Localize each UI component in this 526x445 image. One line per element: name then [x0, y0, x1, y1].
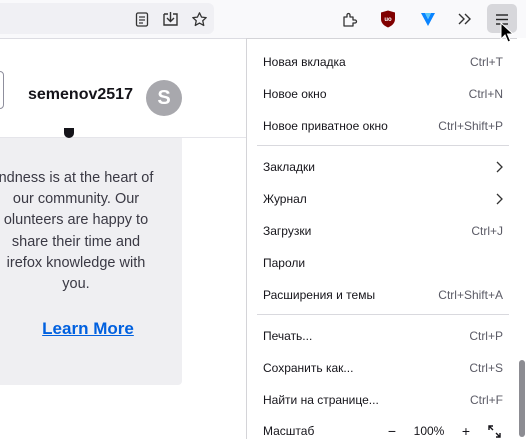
menu-item-label: Загрузки [263, 224, 312, 238]
search-field[interactable] [0, 71, 4, 109]
menu-item-new-private-window[interactable]: Новое приватное окно Ctrl+Shift+P [263, 112, 503, 140]
menu-item-save-as[interactable]: Сохранить как... Ctrl+S [263, 354, 503, 382]
menu-item-label: Расширения и темы [263, 288, 376, 302]
fullscreen-icon[interactable] [485, 422, 503, 440]
decorative-mark [64, 128, 74, 138]
menu-item-shortcut: Ctrl+Shift+A [438, 288, 503, 302]
ublock-icon[interactable]: uo [379, 9, 397, 28]
menu-item-bookmarks[interactable]: Закладки [263, 153, 503, 181]
menu-item-label: Пароли [263, 256, 306, 270]
zoom-out-button[interactable]: − [383, 422, 401, 440]
menu-separator [257, 314, 509, 315]
url-bar[interactable] [0, 3, 214, 34]
promo-text: ndness is at the heart of our community.… [0, 170, 154, 293]
menu-separator [257, 145, 509, 146]
chevron-right-icon [496, 161, 503, 173]
menu-item-find[interactable]: Найти на странице... Ctrl+F [263, 386, 503, 414]
menu-item-label: Печать... [263, 329, 313, 343]
zoom-in-button[interactable]: + [457, 422, 475, 440]
menu-item-label: Найти на странице... [263, 393, 379, 407]
menu-item-downloads[interactable]: Загрузки Ctrl+J [263, 217, 503, 245]
bookmark-star-icon[interactable] [190, 10, 208, 28]
menu-item-label: Сохранить как... [263, 361, 354, 375]
menu-item-shortcut: Ctrl+Shift+P [438, 119, 503, 133]
scrollbar-thumb[interactable] [519, 360, 525, 437]
menu-item-shortcut: Ctrl+N [468, 87, 503, 101]
reader-view-icon[interactable] [134, 11, 150, 27]
zoom-level[interactable]: 100% [411, 424, 447, 438]
chevron-right-icon [496, 193, 503, 205]
menu-item-label: Новое приватное окно [263, 119, 388, 133]
menu-item-print[interactable]: Печать... Ctrl+P [263, 322, 503, 350]
menu-item-history[interactable]: Журнал [263, 185, 503, 213]
app-menu-panel: Новая вкладка Ctrl+T Новое окно Ctrl+N Н… [246, 38, 519, 439]
zoom-controls: − 100% + [383, 422, 503, 440]
menu-item-label: Закладки [263, 160, 315, 174]
menu-scrollbar[interactable] [517, 38, 526, 437]
avatar[interactable]: S [146, 80, 182, 116]
menu-item-shortcut: Ctrl+T [470, 55, 503, 69]
menu-item-label: Новая вкладка [263, 55, 346, 69]
username[interactable]: semenov2517 [28, 86, 133, 104]
menu-item-zoom: Масштаб − 100% + [263, 417, 503, 445]
promo-card: ndness is at the heart of our community.… [0, 128, 182, 385]
menu-item-shortcut: Ctrl+P [469, 329, 503, 343]
menu-item-passwords[interactable]: Пароли [263, 249, 503, 277]
menu-item-new-window[interactable]: Новое окно Ctrl+N [263, 80, 503, 108]
learn-more-link[interactable]: Learn More [0, 319, 186, 339]
menu-item-new-tab[interactable]: Новая вкладка Ctrl+T [263, 48, 503, 76]
menu-item-addons[interactable]: Расширения и темы Ctrl+Shift+A [263, 281, 503, 309]
menu-item-label: Новое окно [263, 87, 327, 101]
overflow-chevron-icon[interactable] [456, 10, 474, 28]
menu-item-shortcut: Ctrl+F [470, 393, 503, 407]
menu-item-shortcut: Ctrl+S [469, 361, 503, 375]
extensions-icon[interactable] [340, 10, 358, 28]
menu-item-label: Масштаб [263, 424, 315, 438]
menu-item-shortcut: Ctrl+J [471, 224, 503, 238]
vpn-extension-icon[interactable] [419, 10, 437, 28]
svg-text:uo: uo [384, 17, 392, 23]
browser-toolbar: uo [0, 0, 526, 39]
save-to-pocket-icon[interactable] [161, 10, 179, 28]
mouse-cursor-icon [500, 22, 514, 43]
menu-item-label: Журнал [263, 192, 307, 206]
